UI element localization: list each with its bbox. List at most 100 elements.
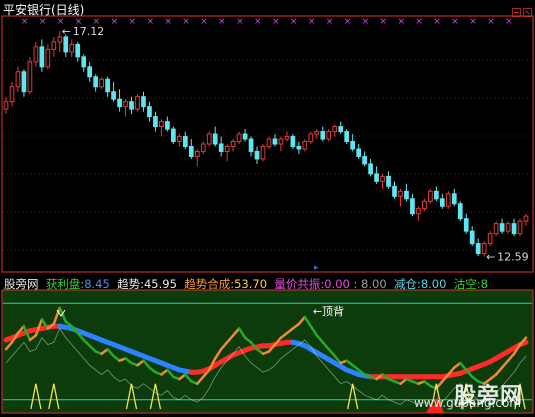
candlestick-series (3, 30, 529, 257)
resonance-extra: 8.00 (361, 277, 387, 291)
candle-body (404, 190, 409, 200)
candle-body (224, 145, 230, 152)
marker-x-icon: × (308, 17, 316, 27)
profit-label: 获利盘: (45, 277, 85, 291)
profit-value: 8.45 (84, 277, 110, 291)
chart-canvas: × × × × × × × × × × × × × × × × × × × × × × × × × × × ×▸ 17.12 ← 12… (1, 15, 534, 414)
candle-body (45, 48, 51, 68)
marker-x-icon: × (505, 17, 513, 27)
candle-body (410, 198, 415, 215)
candle-body (15, 71, 21, 88)
candle-body (141, 96, 146, 108)
marker-x-icon: × (362, 17, 370, 27)
marker-x-icon: × (164, 17, 172, 27)
candle-body (338, 126, 344, 133)
resonance-label: 量价共振: (274, 277, 325, 291)
candle-body (308, 133, 314, 143)
candle-body (129, 101, 134, 110)
trend-value: 45.95 (143, 277, 177, 291)
marker-x-icon: × (487, 17, 495, 27)
marker-x-icon: × (272, 17, 280, 27)
top-divergence-annotation: ←顶背 (313, 304, 344, 318)
candle-body (9, 86, 15, 103)
candle-body (457, 203, 463, 220)
candle-body (314, 131, 320, 135)
candle-body (433, 190, 439, 200)
candle-body (248, 138, 254, 152)
candle-body (87, 66, 93, 78)
candle-body (75, 43, 81, 58)
candle-body (505, 223, 511, 232)
candle-body (278, 138, 284, 145)
marker-x-icon: × (200, 17, 208, 27)
candle-body (386, 175, 391, 187)
candle-body (105, 78, 110, 93)
candle-body (159, 121, 164, 128)
candle-body (469, 230, 475, 245)
marker-x-icon: × (469, 17, 477, 27)
candle-body (182, 136, 188, 147)
candle-body (33, 46, 39, 63)
marker-x-icon: × (21, 17, 29, 27)
marker-x-icon: × (129, 17, 137, 27)
candle-body (135, 96, 140, 110)
indicator-info-bar: 股旁网 获利盘:8.45 趋势:45.95 趋势合成:53.70 量价共振:0.… (4, 276, 488, 292)
candle-body (165, 121, 170, 130)
low-price-label: 12.59 (497, 251, 528, 264)
trend-synth-label: 趋势合成: (184, 277, 235, 291)
candle-body (171, 128, 176, 143)
marker-x-icon: × (380, 17, 388, 27)
candle-body (493, 223, 499, 235)
watermark-url: www.gupang.com (413, 396, 521, 410)
candle-body (499, 223, 505, 232)
candle-body (350, 141, 356, 150)
candle-body (21, 71, 27, 93)
candle-body (206, 133, 212, 145)
candle-body (398, 190, 403, 197)
candle-body (374, 173, 379, 182)
candle-body (517, 220, 523, 235)
trend-synth-value: 53.70 (234, 277, 268, 291)
marker-x-icon: × (182, 17, 190, 27)
candle-body (242, 133, 248, 140)
candle-body (123, 101, 128, 108)
candle-body (254, 150, 260, 160)
trend-label: 趋势: (117, 277, 144, 291)
candle-body (475, 243, 481, 255)
candle-body (302, 141, 308, 150)
candle-body (81, 56, 87, 68)
candle-body (99, 78, 104, 88)
candle-body (260, 145, 266, 160)
candle-body (487, 233, 493, 245)
candle-body (27, 61, 33, 93)
candle-body (368, 163, 373, 175)
candle-body (236, 133, 242, 143)
low-arrow-icon: ← (486, 251, 495, 264)
candle-body (230, 141, 236, 147)
marker-x-icon: × (344, 17, 352, 27)
marker-x-icon: × (218, 17, 226, 27)
resonance-value: 0.00 (324, 277, 350, 291)
candle-body (362, 155, 367, 165)
candle-body (272, 138, 278, 145)
candle-body (344, 131, 350, 143)
high-price-label: 17.12 (73, 25, 105, 38)
marker-x-icon: × (236, 17, 244, 27)
candle-body (218, 143, 224, 152)
candle-body (380, 175, 385, 182)
candle-body (176, 136, 182, 143)
candle-body (463, 218, 469, 232)
candle-body (439, 198, 445, 207)
marker-x-icon: × (146, 17, 154, 27)
candle-body (326, 131, 332, 140)
marker-x-icon: × (415, 17, 423, 27)
candle-body (147, 106, 152, 118)
candle-body (392, 185, 397, 197)
marker-x-icon: × (433, 17, 441, 27)
candle-body (445, 193, 451, 207)
candle-body (320, 131, 326, 140)
candle-body (356, 148, 361, 157)
candle-body (296, 145, 302, 150)
marker-x-icon: × (397, 17, 405, 27)
candle-body (451, 193, 457, 205)
